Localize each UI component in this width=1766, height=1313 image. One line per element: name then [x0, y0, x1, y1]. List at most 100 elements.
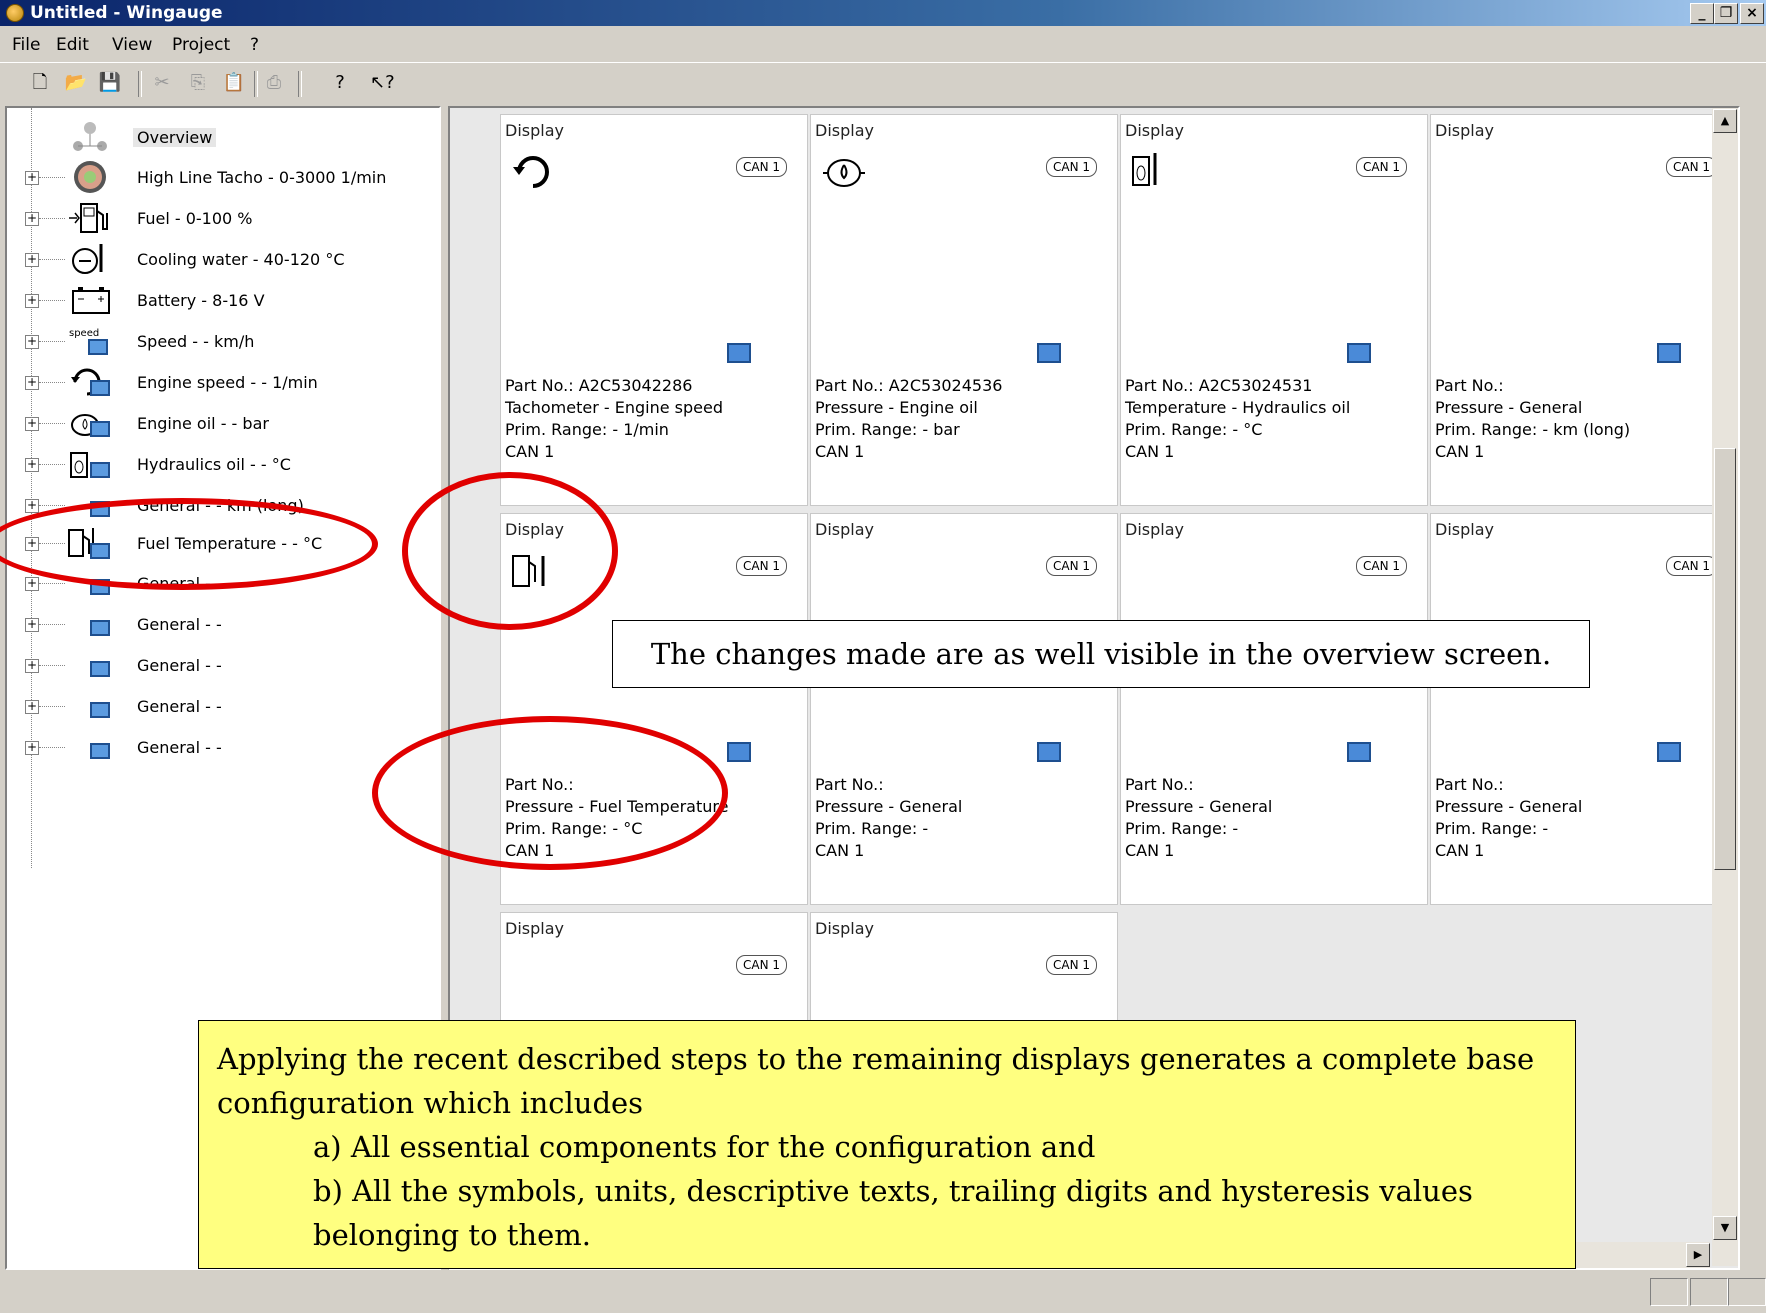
- display-icon[interactable]: [1657, 343, 1681, 363]
- card-title: Display: [1435, 520, 1494, 539]
- instruction-note: Applying the recent described steps to t…: [198, 1020, 1576, 1269]
- description: Temperature - Hydraulics oil: [1125, 398, 1351, 417]
- menu-project[interactable]: Project: [172, 35, 230, 55]
- help-icon[interactable]: ?: [328, 71, 352, 95]
- tree-item-high-line-tacho[interactable]: + High Line Tacho - 0-3000 1/min: [7, 160, 437, 194]
- tree-item-label: Overview: [133, 128, 217, 147]
- display-icon[interactable]: [1037, 742, 1061, 762]
- cut-icon[interactable]: ✂: [150, 71, 174, 95]
- part-number: Part No.:: [1125, 775, 1194, 794]
- highlight-oval-part: [372, 716, 728, 870]
- display-icon[interactable]: [1347, 742, 1371, 762]
- prim-range: Prim. Range: -: [815, 819, 929, 838]
- display-icon[interactable]: [1657, 742, 1681, 762]
- can-badge: CAN 1: [1665, 157, 1717, 177]
- tree-item-fuel[interactable]: + Fuel - 0-100 %: [7, 201, 437, 235]
- tree-item-general[interactable]: + General - -: [7, 607, 437, 641]
- expand-icon[interactable]: +: [25, 700, 39, 714]
- card-info: Part No.: Pressure - General Prim. Range: …: [815, 774, 962, 862]
- tree-item-label: General - -: [137, 615, 222, 634]
- expand-icon[interactable]: +: [25, 171, 39, 185]
- expand-icon[interactable]: +: [25, 253, 39, 267]
- tree-item-cooling-water[interactable]: + Cooling water - 40-120 °C: [7, 242, 437, 276]
- display-card[interactable]: Display CAN 1 Part No.: A2C53024536 Press…: [810, 114, 1118, 506]
- vertical-scrollbar[interactable]: ▲ ▼: [1712, 108, 1738, 1266]
- toolbar: 🗋 📂 💾 ✂ ⎘ 📋 ⎙ ? ↖?: [0, 62, 1766, 105]
- tree-item-general[interactable]: + General - -: [7, 648, 437, 682]
- description: Tachometer - Engine speed: [505, 398, 723, 417]
- description: Pressure - General: [1435, 398, 1583, 417]
- tree-connector: [39, 382, 65, 383]
- display-icon: [90, 743, 110, 759]
- bus: CAN 1: [1125, 442, 1175, 461]
- tree-item-speed[interactable]: + speed Speed - - km/h: [7, 324, 437, 358]
- card-title: Display: [815, 919, 874, 938]
- tree-item-engine-oil[interactable]: + Engine oil - - bar: [7, 406, 437, 440]
- tree-item-overview[interactable]: Overview: [7, 120, 437, 154]
- menu-edit[interactable]: Edit: [56, 35, 89, 55]
- tree-item-general[interactable]: + General - -: [7, 730, 437, 764]
- print-icon[interactable]: ⎙: [262, 71, 286, 95]
- can-badge: CAN 1: [1045, 955, 1097, 975]
- maximize-button[interactable]: ❐: [1714, 3, 1738, 24]
- display-card[interactable]: Display CAN 1 Part No.: Pressure - Genera…: [810, 513, 1118, 905]
- bus: CAN 1: [1435, 442, 1485, 461]
- tree-item-label: General - -: [137, 656, 222, 675]
- expand-icon[interactable]: +: [25, 417, 39, 431]
- card-title: Display: [1125, 520, 1184, 539]
- description: Pressure - General: [1435, 797, 1583, 816]
- display-card[interactable]: Display CAN 1 Part No.: Pressure - Genera…: [1120, 513, 1428, 905]
- card-title: Display: [815, 520, 874, 539]
- display-card[interactable]: Display CAN 1 Part No.: Pressure - Genera…: [1430, 513, 1738, 905]
- expand-icon[interactable]: +: [25, 499, 39, 513]
- battery-icon: [72, 287, 110, 314]
- expand-icon[interactable]: +: [25, 458, 39, 472]
- prim-range: Prim. Range: -: [1125, 819, 1239, 838]
- scroll-thumb[interactable]: [1714, 448, 1736, 870]
- display-icon: [90, 702, 110, 718]
- save-icon[interactable]: 💾: [98, 71, 122, 95]
- expand-icon[interactable]: +: [25, 741, 39, 755]
- app-icon: [6, 4, 24, 22]
- menu-view[interactable]: View: [112, 35, 152, 55]
- expand-icon[interactable]: +: [25, 376, 39, 390]
- tree-connector: [39, 300, 65, 301]
- scroll-up-button[interactable]: ▲: [1713, 109, 1737, 133]
- expand-icon[interactable]: +: [25, 212, 39, 226]
- tree-connector: [39, 583, 65, 584]
- display-icon[interactable]: [727, 742, 751, 762]
- display-icon[interactable]: [727, 343, 751, 363]
- menu-help[interactable]: ?: [250, 35, 259, 55]
- expand-icon[interactable]: +: [25, 294, 39, 308]
- tree-connector: [39, 706, 65, 707]
- display-card[interactable]: Display CAN 1 Part No.: Pressure - Genera…: [1430, 114, 1738, 506]
- tree-item-battery[interactable]: + Battery - 8-16 V: [7, 283, 437, 317]
- fuel-pump-icon: [69, 203, 108, 233]
- expand-icon[interactable]: +: [25, 659, 39, 673]
- tree-item-general[interactable]: + General - -: [7, 689, 437, 723]
- display-card[interactable]: Display CAN 1 Part No.: A2C53042286 Tacho…: [500, 114, 808, 506]
- tree-connector: [39, 423, 65, 424]
- tree-item-engine-speed[interactable]: + Engine speed - - 1/min: [7, 365, 437, 399]
- tree-connector: [39, 464, 65, 465]
- open-icon[interactable]: 📂: [64, 71, 88, 95]
- expand-icon[interactable]: +: [25, 618, 39, 632]
- scroll-right-button[interactable]: ▶: [1686, 1243, 1710, 1267]
- context-help-icon[interactable]: ↖?: [370, 71, 395, 95]
- expand-icon[interactable]: +: [25, 335, 39, 349]
- expand-icon[interactable]: +: [25, 577, 39, 591]
- display-card[interactable]: Display CAN 1 Part No.: A2C53024531 Tempe…: [1120, 114, 1428, 506]
- scroll-down-button[interactable]: ▼: [1713, 1216, 1737, 1240]
- menu-file[interactable]: File: [12, 35, 40, 55]
- copy-icon[interactable]: ⎘: [186, 71, 210, 95]
- coolant-temp-icon: [72, 244, 103, 274]
- tree-item-label: General - -: [137, 738, 222, 757]
- close-button[interactable]: ×: [1740, 3, 1764, 24]
- paste-icon[interactable]: 📋: [222, 71, 246, 95]
- tree-item-hydraulics-oil[interactable]: + Hydraulics oil - - °C: [7, 447, 437, 481]
- display-icon[interactable]: [1037, 343, 1061, 363]
- minimize-button[interactable]: _: [1690, 3, 1714, 24]
- tree-item-label: Fuel - 0-100 %: [137, 209, 253, 228]
- new-icon[interactable]: 🗋: [28, 71, 52, 95]
- display-icon[interactable]: [1347, 343, 1371, 363]
